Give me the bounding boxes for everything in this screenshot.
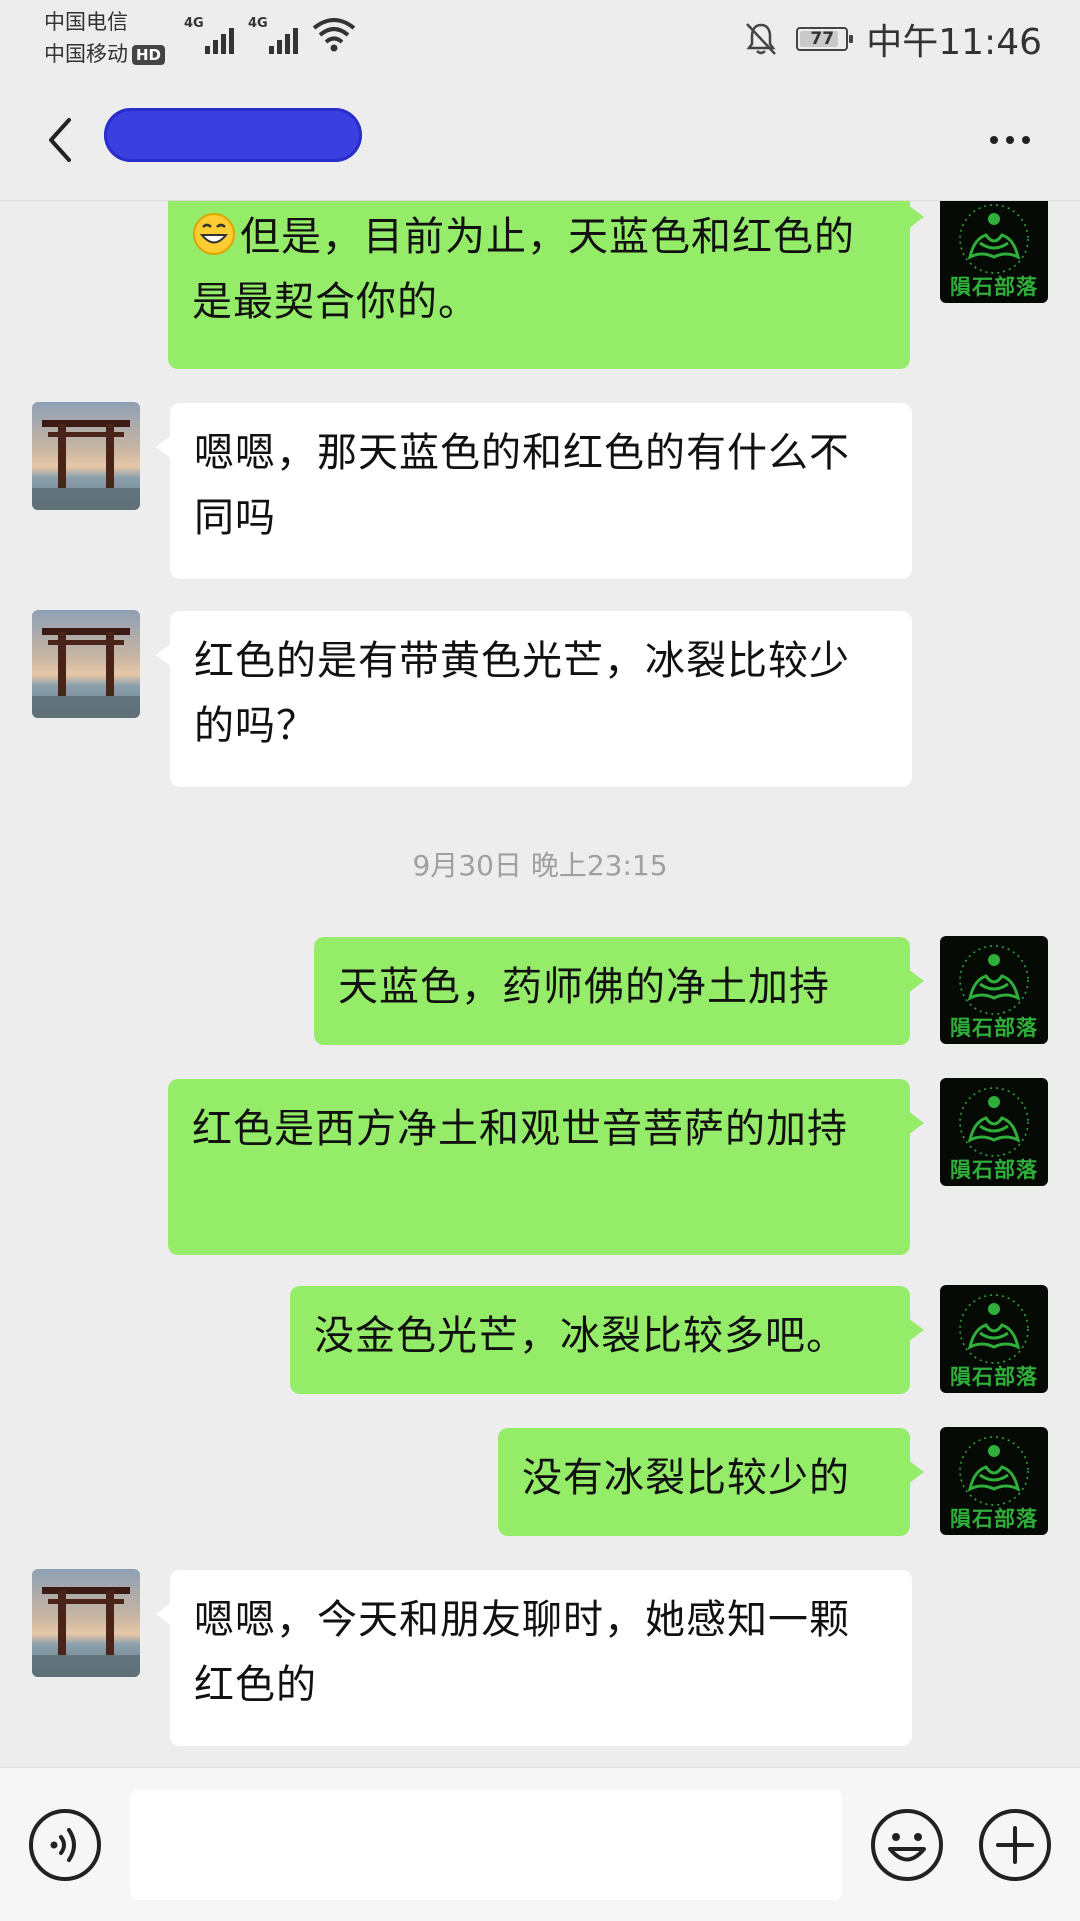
message-text: 没有冰裂比较少的 xyxy=(522,1455,850,1501)
signal-indicators: 4G 4G xyxy=(184,14,356,54)
message-bubble[interactable]: 嗯嗯，那天蓝色的和红色的有什么不同吗 xyxy=(156,403,912,579)
message-bubble[interactable]: 红色的是有带黄色光芒，冰裂比较少的吗？ xyxy=(156,611,912,787)
chat-header xyxy=(0,80,1080,201)
message-text: 没金色光芒，冰裂比较多吧。 xyxy=(314,1313,847,1359)
plus-icon[interactable] xyxy=(978,1808,1052,1882)
torii-gate-icon xyxy=(32,1587,140,1677)
carrier-1: 中国电信 xyxy=(44,10,128,34)
timestamp: 9月30日 晚上23:15 xyxy=(412,849,668,882)
mute-bell-icon xyxy=(746,23,777,55)
torii-gate-icon xyxy=(32,420,140,510)
status-right: 77 中午11:46 xyxy=(744,14,1042,64)
contact-avatar[interactable] xyxy=(32,610,140,718)
voice-icon[interactable] xyxy=(28,1808,102,1882)
self-avatar-text: 隕石部落 xyxy=(950,1157,1038,1182)
message-bubble[interactable]: 红色是西方净土和观世音菩萨的加持 xyxy=(168,1079,924,1255)
back-arrow-icon xyxy=(49,118,71,162)
message-text: 天蓝色，药师佛的净土加持 xyxy=(338,964,830,1010)
message-bubble[interactable]: 嗯嗯，今天和朋友聊时，她感知一颗红色的 xyxy=(156,1570,912,1746)
hd-badge: HD xyxy=(132,45,166,65)
battery-level: 77 xyxy=(810,29,835,49)
message-bubble[interactable]: 没金色光芒，冰裂比较多吧。 xyxy=(290,1286,924,1394)
contact-name-redacted[interactable] xyxy=(104,108,362,162)
more-button[interactable] xyxy=(980,110,1040,170)
message-text: 嗯嗯，今天和朋友聊时，她感知一颗红色的 xyxy=(194,1597,850,1708)
contact-avatar[interactable] xyxy=(32,1569,140,1677)
more-dots-icon xyxy=(990,136,998,144)
message-text: 但是，目前为止，天蓝色和红色的是最契合你的。 xyxy=(192,214,855,325)
self-avatar-text: 隕石部落 xyxy=(950,274,1038,299)
signal-type-1: 4G xyxy=(184,16,204,31)
message-list[interactable]: 但是，目前为止，天蓝色和红色的是最契合你的。 隕石部落 嗯嗯，那天蓝色的和红色的… xyxy=(0,201,1080,1767)
signal-icon-1: 4G xyxy=(184,16,234,54)
grinning-emoji-icon xyxy=(193,213,235,255)
message-text: 红色的是有带黄色光芒，冰裂比较少的吗？ xyxy=(194,638,850,749)
signal-type-2: 4G xyxy=(248,16,268,31)
message-bubble[interactable]: 没有冰裂比较少的 xyxy=(498,1428,924,1536)
signal-icon-2: 4G xyxy=(248,16,298,54)
carrier-info: 中国电信 中国移动 HD xyxy=(44,6,166,70)
message-text: 嗯嗯，那天蓝色的和红色的有什么不同吗 xyxy=(194,430,850,541)
self-avatar-text: 隕石部落 xyxy=(950,1364,1038,1389)
carrier-2: 中国移动 xyxy=(44,42,128,66)
message-text: 红色是西方净土和观世音菩萨的加持 xyxy=(192,1106,848,1152)
torii-gate-icon xyxy=(32,628,140,718)
message-bubble[interactable]: 但是，目前为止，天蓝色和红色的是最契合你的。 xyxy=(168,201,924,369)
emoji-icon[interactable] xyxy=(870,1808,944,1882)
self-avatar[interactable]: 隕石部落 xyxy=(940,1427,1048,1535)
self-avatar[interactable]: 隕石部落 xyxy=(940,936,1048,1044)
self-avatar[interactable]: 隕石部落 xyxy=(940,1285,1048,1393)
self-avatar-text: 隕石部落 xyxy=(950,1015,1038,1040)
self-avatar[interactable]: 隕石部落 xyxy=(940,201,1048,303)
status-bar: 中国电信 中国移动 HD 4G 4G 77 中午11:46 xyxy=(0,0,1080,80)
input-bar xyxy=(0,1767,1080,1921)
clock: 中午11:46 xyxy=(866,22,1042,63)
self-avatar-text: 隕石部落 xyxy=(950,1506,1038,1531)
wifi-icon xyxy=(312,18,356,52)
message-input[interactable] xyxy=(130,1790,842,1900)
self-avatar[interactable]: 隕石部落 xyxy=(940,1078,1048,1186)
message-bubble[interactable]: 天蓝色，药师佛的净土加持 xyxy=(314,937,924,1045)
contact-avatar[interactable] xyxy=(32,402,140,510)
battery-icon: 77 xyxy=(796,27,854,51)
back-button[interactable] xyxy=(30,110,90,170)
